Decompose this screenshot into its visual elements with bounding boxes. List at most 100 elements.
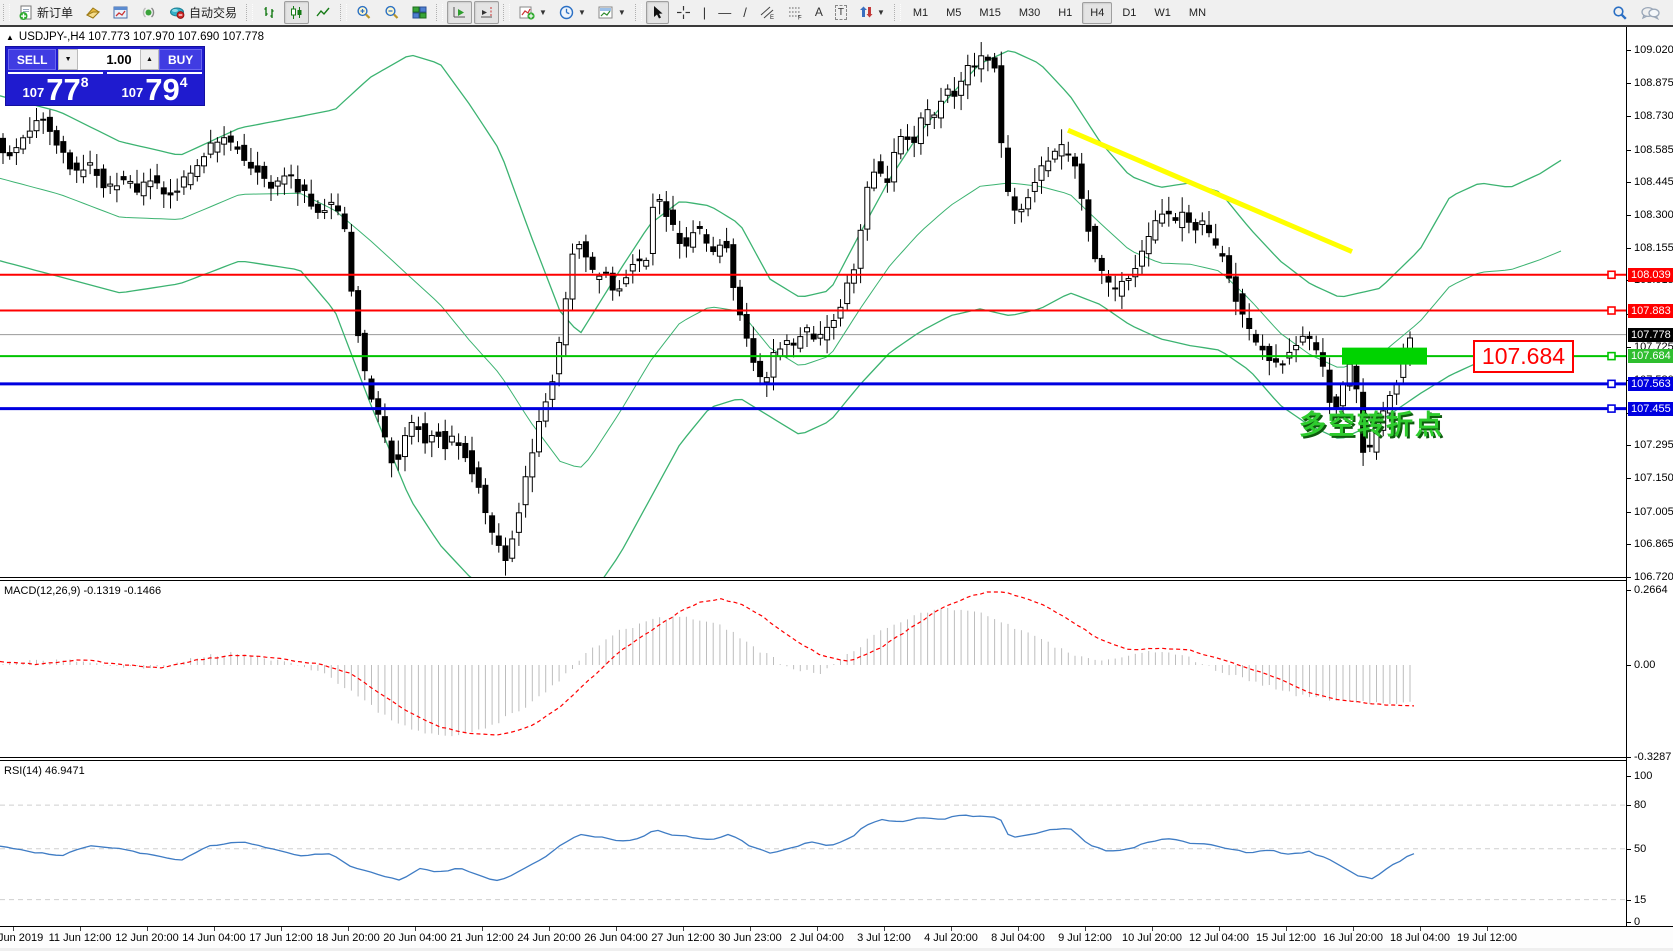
time-axis-label: 15 Jul 12:00 xyxy=(1256,932,1316,944)
clock-icon xyxy=(559,5,574,20)
auto-scroll-icon xyxy=(452,5,467,20)
price-tick-mark xyxy=(1627,116,1631,117)
time-axis-label: 17 Jun 12:00 xyxy=(249,932,313,944)
panel-separator[interactable] xyxy=(0,757,1673,761)
time-axis-label: 2 Jul 04:00 xyxy=(790,932,844,944)
macd-tick-mark xyxy=(1627,665,1631,666)
rsi-tick-mark xyxy=(1627,849,1631,850)
fibonacci-tool-button[interactable]: F xyxy=(782,1,808,24)
auto-scroll-button[interactable] xyxy=(447,1,472,24)
main-price-chart[interactable] xyxy=(0,27,1626,577)
time-tick-mark xyxy=(1286,927,1287,931)
indicators-dropdown-icon[interactable]: ▼ xyxy=(539,8,547,17)
time-axis-label: 12 Jul 04:00 xyxy=(1189,932,1249,944)
trendline-tool-button[interactable]: / xyxy=(738,1,752,24)
equidistant-channel-icon: E xyxy=(759,5,775,20)
price-tick-mark xyxy=(1627,248,1631,249)
order-panel-controls: SELL ▼ 1.00 ▲ BUY xyxy=(6,47,204,72)
timeframe-button-h1[interactable]: H1 xyxy=(1050,2,1080,24)
time-axis[interactable]: 10 Jun 201911 Jun 12:0012 Jun 20:0014 Ju… xyxy=(0,927,1673,948)
price-tick-label: 108.730 xyxy=(1634,110,1673,122)
zoom-out-button[interactable] xyxy=(379,1,405,24)
zoom-in-button[interactable] xyxy=(351,1,377,24)
timeframe-button-m30[interactable]: M30 xyxy=(1011,2,1048,24)
buy-price-point: 4 xyxy=(180,76,188,88)
chart-shift-icon xyxy=(479,5,494,20)
toolbar-grip xyxy=(3,4,10,21)
arrows-tool-button[interactable]: ▼ xyxy=(854,1,890,24)
timeframe-button-h4[interactable]: H4 xyxy=(1082,2,1112,24)
tile-windows-button[interactable] xyxy=(407,1,432,24)
price-level-badge: 107.455 xyxy=(1628,402,1673,416)
sell-button[interactable]: SELL xyxy=(8,49,56,70)
arrows-dropdown-icon[interactable]: ▼ xyxy=(877,8,885,17)
time-tick-mark xyxy=(1085,927,1086,931)
time-tick-mark xyxy=(415,927,416,931)
search-icon xyxy=(1612,5,1628,21)
time-axis-label: 19 Jul 12:00 xyxy=(1457,932,1517,944)
buy-price[interactable]: 107 79 4 xyxy=(107,72,202,105)
zoom-in-icon xyxy=(356,5,372,20)
main-toolbar: 新订单 自动交易 xyxy=(0,0,1673,25)
horizontal-line-icon: — xyxy=(718,6,731,19)
panel-separator[interactable] xyxy=(0,577,1673,581)
periods-button[interactable]: ▼ xyxy=(554,1,591,24)
svg-text:F: F xyxy=(798,16,802,21)
price-tag-box[interactable]: 107.684 xyxy=(1473,340,1574,373)
chat-button[interactable] xyxy=(1635,1,1665,24)
price-level-badge: 107.684 xyxy=(1628,349,1673,363)
tile-windows-icon xyxy=(412,5,427,20)
svg-text:E: E xyxy=(770,15,774,20)
search-button[interactable] xyxy=(1607,1,1633,24)
macd-panel[interactable] xyxy=(0,582,1626,757)
candlestick-type-button[interactable] xyxy=(284,1,309,24)
macd-tick-label: -0.3287 xyxy=(1634,751,1671,763)
timeframe-button-m15[interactable]: M15 xyxy=(971,2,1008,24)
one-click-trading-panel: SELL ▼ 1.00 ▲ BUY 107 77 8 107 79 4 xyxy=(5,46,205,106)
buy-button[interactable]: BUY xyxy=(159,49,202,70)
text-tool-button[interactable]: A xyxy=(810,1,828,24)
horizontal-line-tool-button[interactable]: — xyxy=(713,1,736,24)
templates-button[interactable]: ▼ xyxy=(593,1,631,24)
templates-dropdown-icon[interactable]: ▼ xyxy=(618,8,626,17)
volume-decrease-button[interactable]: ▼ xyxy=(58,49,78,70)
crosshair-icon xyxy=(676,5,691,20)
bar-chart-type-button[interactable] xyxy=(257,1,282,24)
modify-tool-button[interactable] xyxy=(80,1,106,24)
time-tick-mark xyxy=(884,927,885,931)
chart-window-button[interactable] xyxy=(108,1,134,24)
cursor-tool-button[interactable] xyxy=(646,1,669,24)
timeframe-button-m1[interactable]: M1 xyxy=(905,2,936,24)
macd-tick-mark xyxy=(1627,590,1631,591)
timeframe-button-m5[interactable]: M5 xyxy=(938,2,969,24)
time-axis-label: 4 Jul 20:00 xyxy=(924,932,978,944)
timeframe-button-w1[interactable]: W1 xyxy=(1146,2,1179,24)
timeframe-button-d1[interactable]: D1 xyxy=(1114,2,1144,24)
indicators-icon xyxy=(519,5,535,20)
autotrading-label: 自动交易 xyxy=(189,4,237,21)
channel-tool-button[interactable]: E xyxy=(754,1,780,24)
sell-price[interactable]: 107 77 8 xyxy=(8,72,103,105)
new-order-icon xyxy=(19,5,34,20)
time-axis-label: 8 Jul 04:00 xyxy=(991,932,1045,944)
volume-increase-button[interactable]: ▲ xyxy=(140,49,160,70)
crosshair-tool-button[interactable] xyxy=(671,1,696,24)
chart-annotation-text[interactable]: 多空转折点 xyxy=(1299,403,1444,442)
text-label-tool-button[interactable]: T xyxy=(830,1,852,24)
chat-icon xyxy=(1640,5,1660,21)
volume-field[interactable]: 1.00 xyxy=(78,49,140,70)
periods-dropdown-icon[interactable]: ▼ xyxy=(578,8,586,17)
signals-button[interactable] xyxy=(136,1,162,24)
indicators-button[interactable]: ▼ xyxy=(514,1,552,24)
autotrading-button[interactable]: 自动交易 xyxy=(164,1,242,24)
chart-shift-button[interactable] xyxy=(474,1,499,24)
vertical-line-tool-button[interactable]: | xyxy=(698,1,711,24)
macd-tick-label: 0.00 xyxy=(1634,659,1655,671)
one-click-panel-toggle-icon[interactable]: ▲ xyxy=(6,33,14,42)
new-order-button[interactable]: 新订单 xyxy=(14,1,78,24)
time-tick-mark xyxy=(616,927,617,931)
price-axis[interactable]: 109.020108.875108.730108.585108.445108.3… xyxy=(1626,27,1673,926)
line-chart-type-button[interactable] xyxy=(311,1,336,24)
rsi-panel[interactable] xyxy=(0,762,1626,926)
timeframe-button-mn[interactable]: MN xyxy=(1181,2,1214,24)
